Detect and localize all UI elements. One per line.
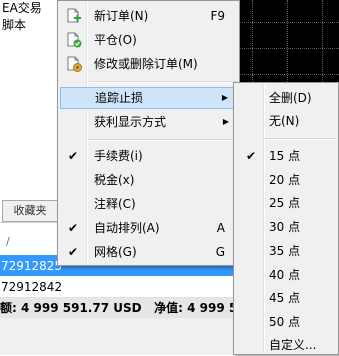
submenu-item-level[interactable]: 25 点 bbox=[236, 192, 336, 214]
submenu-item-custom[interactable]: 自定义... bbox=[236, 334, 336, 356]
menu-item-label: 自定义... bbox=[269, 338, 317, 352]
submenu-item-level[interactable]: 45 点 bbox=[236, 287, 336, 309]
tree-item-expert-advisors[interactable]: EA交易 bbox=[2, 0, 42, 16]
menu-item-label: 30 点 bbox=[269, 220, 301, 234]
menu-item-label: 15 点 bbox=[269, 149, 301, 163]
menu-item-shortcut: G bbox=[215, 245, 225, 259]
menu-item-label: 修改或删除订单(M) bbox=[94, 57, 198, 71]
menu-item-label: 注释(C) bbox=[94, 197, 136, 211]
menu-item-label: 20 点 bbox=[269, 173, 301, 187]
menu-item-label: 无(N) bbox=[269, 114, 300, 128]
menu-item-label: 25 点 bbox=[269, 196, 301, 210]
checkmark-icon: ✔ bbox=[246, 149, 257, 163]
document-check-icon bbox=[66, 32, 82, 48]
submenu-item-level[interactable]: 35 点 bbox=[236, 240, 336, 262]
order-ticket: 72912825 bbox=[1, 259, 63, 273]
menu-item-taxes[interactable]: 税金(x) bbox=[60, 169, 237, 191]
tree-item-label: EA交易 bbox=[2, 1, 42, 15]
order-ticket: 72912842 bbox=[1, 280, 63, 294]
orders-header: / bbox=[0, 222, 60, 255]
menu-item-label: 平仓(O) bbox=[94, 33, 137, 47]
balance-label: 额: bbox=[0, 301, 17, 315]
checkmark-icon: ✔ bbox=[68, 149, 79, 163]
submenu-item-level[interactable]: 20 点 bbox=[236, 169, 336, 191]
equity-label: 净值: bbox=[154, 301, 183, 315]
favorites-tab[interactable]: 收藏夹 bbox=[2, 200, 58, 222]
column-header: / bbox=[6, 235, 10, 248]
menu-item-shortcut: F9 bbox=[210, 9, 225, 23]
menu-item-comments[interactable]: 注释(C) bbox=[60, 193, 237, 215]
submenu-item-level[interactable]: 40 点 bbox=[236, 264, 336, 286]
document-lock-icon bbox=[66, 56, 82, 72]
submenu-item-delete-all[interactable]: 全删(D) bbox=[236, 87, 336, 109]
menu-item-profit-display[interactable]: 获利显示方式 ▶ bbox=[60, 111, 237, 133]
menu-item-label: 全删(D) bbox=[269, 91, 312, 105]
trailing-stop-submenu: 全删(D) 无(N) ✔ 15 点 20 点 25 点 30 点 35 点 40… bbox=[233, 82, 339, 355]
menu-item-new-order[interactable]: 新订单(N) F9 bbox=[60, 5, 237, 27]
submenu-item-level[interactable]: 50 点 bbox=[236, 311, 336, 333]
triangle-right-icon: ▶ bbox=[222, 117, 229, 126]
menu-item-label: 税金(x) bbox=[94, 173, 135, 187]
tree-item-label: 脚本 bbox=[2, 18, 27, 32]
checkmark-icon: ✔ bbox=[68, 221, 79, 235]
submenu-item-none[interactable]: 无(N) bbox=[236, 110, 336, 132]
context-menu: 新订单(N) F9 平仓(O) 修改或删除订单(M) 追踪止损 ▶ 获利显示方式… bbox=[57, 0, 240, 266]
menu-item-shortcut: A bbox=[216, 221, 225, 235]
menu-item-grid[interactable]: ✔ 网格(G) G bbox=[60, 241, 237, 263]
tree-item-scripts[interactable]: 脚本 bbox=[2, 16, 26, 33]
menu-item-modify-delete[interactable]: 修改或删除订单(M) bbox=[60, 53, 237, 75]
checkmark-icon: ✔ bbox=[68, 245, 79, 259]
menu-item-trailing-stop[interactable]: 追踪止损 ▶ bbox=[60, 87, 237, 109]
menu-item-commission[interactable]: ✔ 手续费(i) bbox=[60, 145, 237, 167]
document-plus-icon bbox=[66, 8, 82, 24]
menu-item-label: 新订单(N) bbox=[94, 9, 149, 23]
menu-item-label: 50 点 bbox=[269, 315, 301, 329]
balance-value: 4 999 591.77 USD bbox=[21, 301, 142, 315]
menu-item-label: 手续费(i) bbox=[94, 149, 143, 163]
menu-item-label: 网格(G) bbox=[94, 245, 137, 259]
triangle-right-icon: ▶ bbox=[221, 93, 228, 102]
menu-item-label: 追踪止损 bbox=[95, 91, 144, 105]
menu-item-label: 获利显示方式 bbox=[94, 115, 167, 129]
submenu-item-level[interactable]: 30 点 bbox=[236, 216, 336, 238]
menu-item-close[interactable]: 平仓(O) bbox=[60, 29, 237, 51]
menu-item-auto-arrange[interactable]: ✔ 自动排列(A) A bbox=[60, 217, 237, 239]
menu-item-label: 45 点 bbox=[269, 291, 301, 305]
menu-item-label: 自动排列(A) bbox=[94, 221, 160, 235]
submenu-item-level[interactable]: ✔ 15 点 bbox=[236, 145, 336, 167]
menu-item-label: 40 点 bbox=[269, 268, 301, 282]
menu-item-label: 35 点 bbox=[269, 244, 301, 258]
